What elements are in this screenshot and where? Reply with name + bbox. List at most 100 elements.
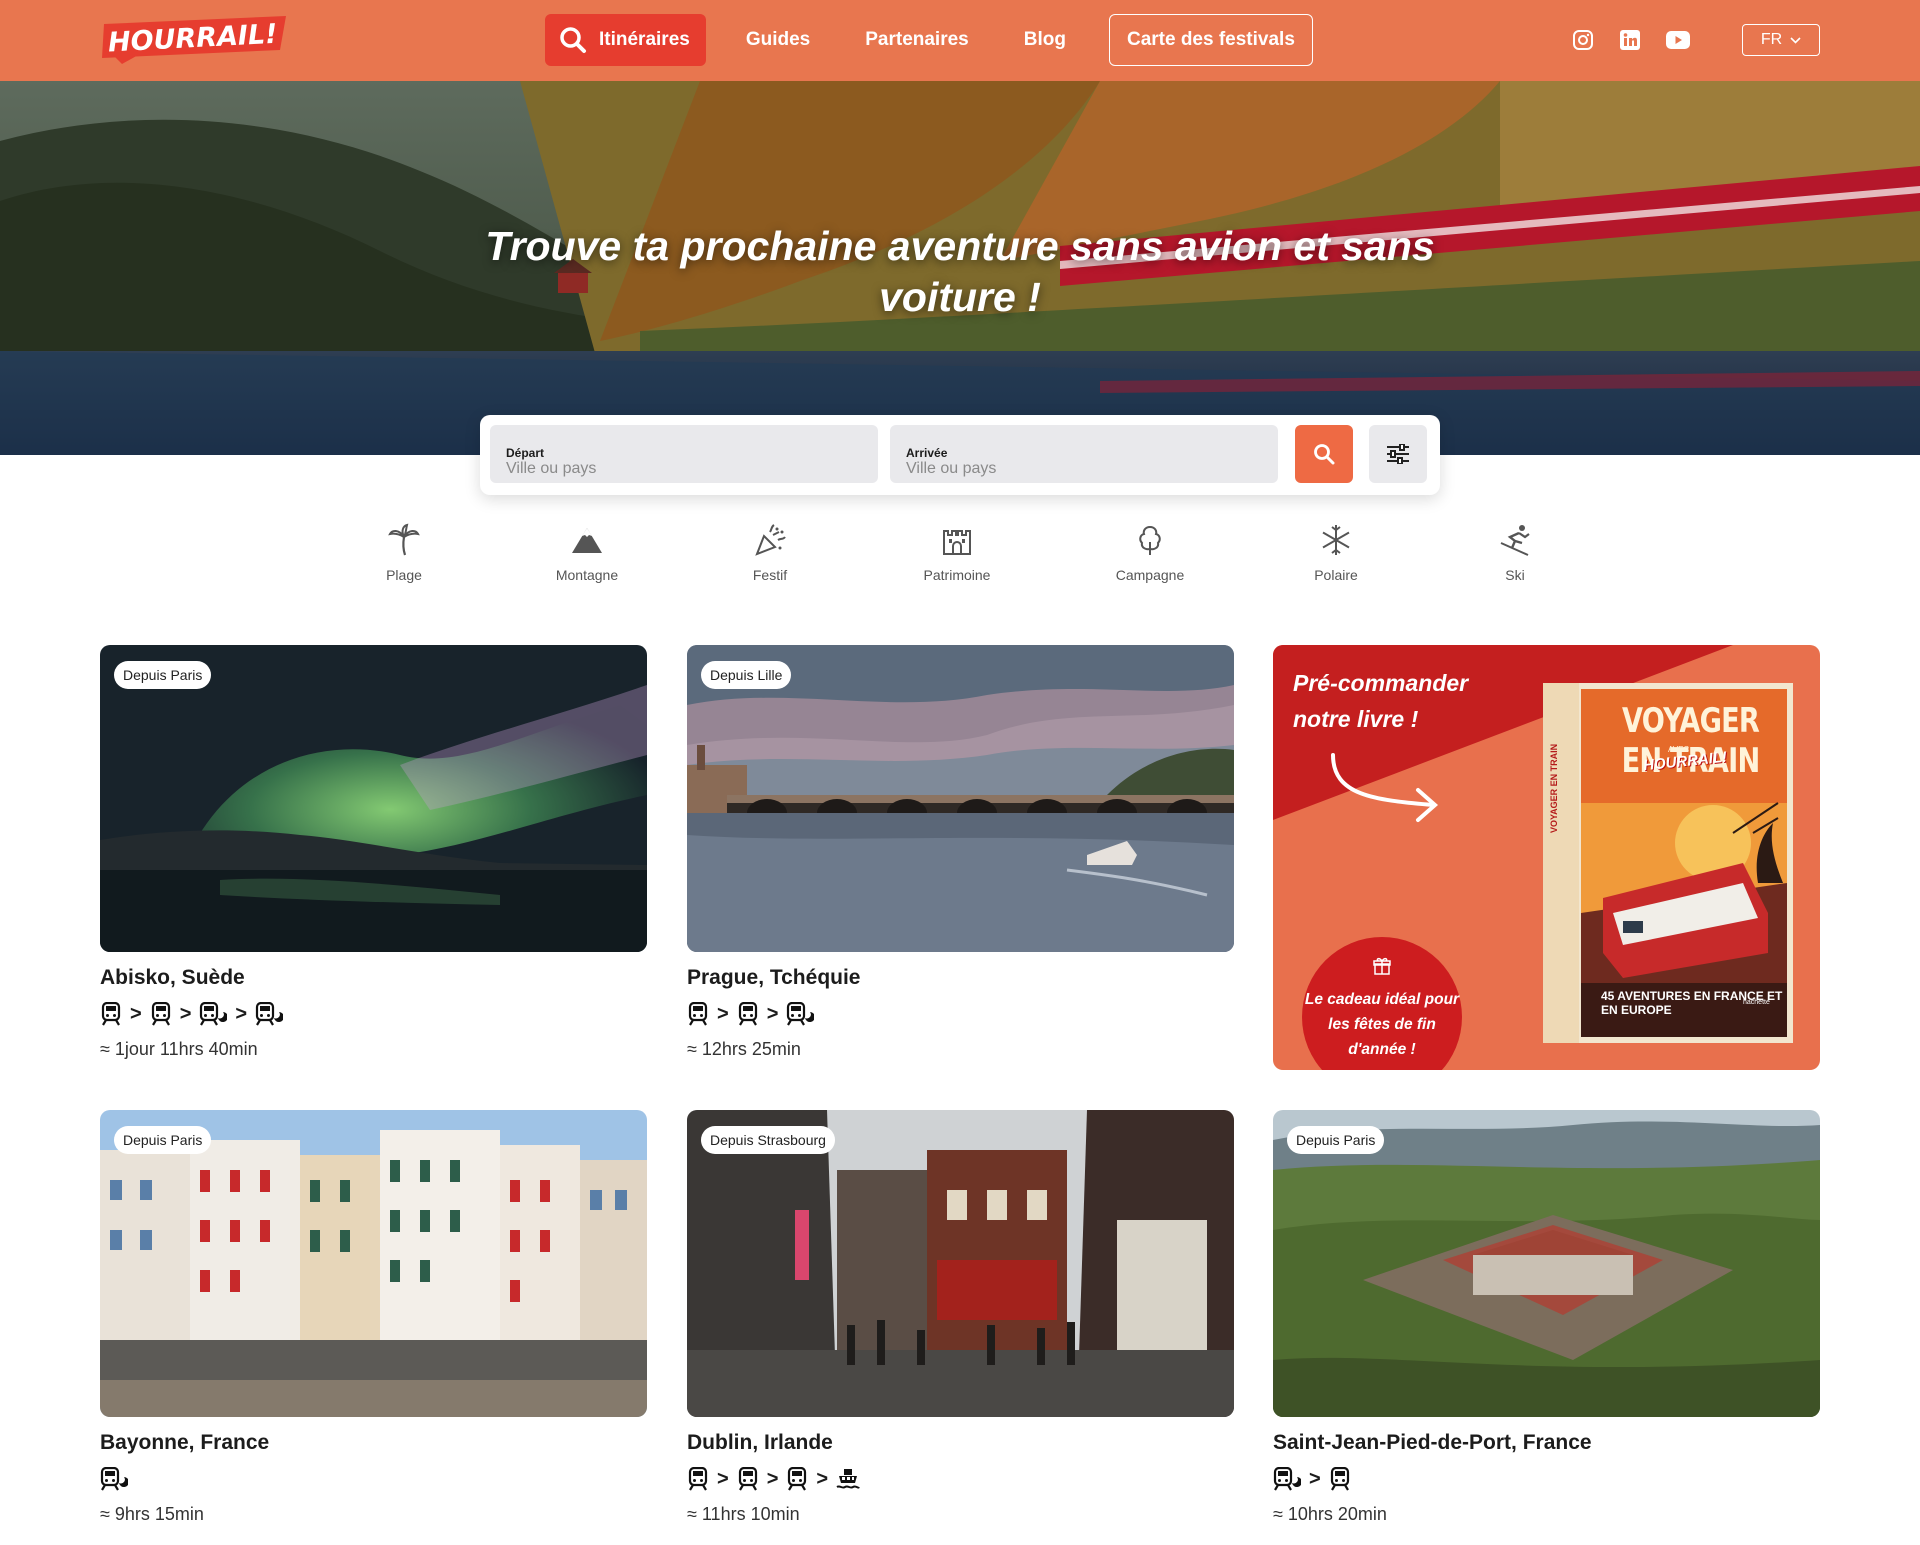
travel-duration: ≈ 11hrs 10min: [687, 1504, 800, 1524]
skier-icon: [1500, 525, 1530, 556]
train-icon: [688, 1467, 708, 1491]
hero-banner: Trouve ta prochaine aventure sans avion …: [0, 81, 1920, 455]
night-train-icon: [200, 1002, 228, 1026]
night-train-icon: [787, 1002, 815, 1026]
train-icon: [151, 1002, 170, 1026]
train-icon: [738, 1002, 757, 1026]
destination-image[interactable]: Depuis Paris: [100, 645, 647, 952]
destination-image[interactable]: Depuis Strasbourg: [687, 1110, 1234, 1417]
top-navbar: HOURRAIL! Itinéraires Guides Partenaires…: [0, 0, 1920, 81]
ferry-icon: [836, 1469, 860, 1489]
destination-title[interactable]: Dublin, Irlande: [687, 1431, 1234, 1455]
snowflake-icon: [1322, 525, 1350, 555]
category-label: Polaire: [1314, 567, 1358, 583]
travel-duration: ≈ 1jour 11hrs 40min: [100, 1039, 258, 1059]
hero-title: Trouve ta prochaine aventure sans avion …: [485, 223, 1435, 320]
departure-input[interactable]: [506, 460, 846, 478]
chevron-down-icon: [1790, 36, 1801, 44]
destination-title[interactable]: Abisko, Suède: [100, 966, 647, 990]
castle-icon: [943, 530, 971, 555]
route-separator: >: [1309, 1467, 1321, 1490]
book-publisher: hachette: [1743, 999, 1770, 1006]
category-label: Campagne: [1115, 567, 1185, 583]
nav-itineraires[interactable]: Itinéraires: [545, 14, 706, 66]
category-polaire[interactable]: Polaire: [1276, 523, 1396, 583]
destination-title[interactable]: Bayonne, France: [100, 1431, 647, 1455]
category-campagne[interactable]: Campagne: [1090, 523, 1210, 583]
category-label: Plage: [386, 567, 422, 583]
destination-image[interactable]: Depuis Paris: [1273, 1110, 1820, 1417]
category-label: Patrimoine: [923, 567, 991, 583]
travel-duration: ≈ 10hrs 20min: [1273, 1504, 1387, 1524]
nav-carte-festivals[interactable]: Carte des festivals: [1108, 14, 1313, 66]
route-icons: > >: [687, 1001, 1234, 1027]
train-icon: [688, 1002, 708, 1026]
search-icon: [1314, 444, 1335, 465]
origin-badge: Depuis Paris: [114, 1126, 212, 1154]
route-separator: >: [130, 1002, 142, 1025]
book-spine-title: VOYAGER EN TRAIN: [1549, 743, 1559, 833]
destination-title[interactable]: Prague, Tchéquie: [687, 966, 1234, 990]
nav-guides[interactable]: Guides: [726, 14, 830, 66]
train-icon: [101, 1002, 121, 1026]
origin-badge: Depuis Strasbourg: [701, 1126, 835, 1154]
destination-card-saint-jean-pied-de-port[interactable]: Depuis Paris Saint-Jean-Pied-de-Port, Fr…: [1273, 1110, 1820, 1525]
route-separator: >: [766, 1002, 779, 1025]
train-icon: [1330, 1467, 1349, 1491]
gift-text: Le cadeau idéal pour les fêtes de fin d'…: [1304, 991, 1460, 1058]
language-selector[interactable]: FR: [1742, 24, 1820, 56]
route-separator: >: [235, 1002, 248, 1025]
route-icons: > > >: [100, 1001, 647, 1027]
route-separator: >: [717, 1467, 729, 1490]
destination-image[interactable]: Depuis Lille: [687, 645, 1234, 952]
language-label: FR: [1760, 31, 1783, 48]
travel-duration: ≈ 12hrs 25min: [687, 1039, 801, 1059]
route-icons: >: [1273, 1466, 1820, 1492]
hourrail-logo[interactable]: HOURRAIL!: [100, 14, 290, 66]
category-patrimoine[interactable]: Patrimoine: [897, 523, 1017, 583]
night-train-icon: [1273, 1467, 1301, 1491]
promo-title: Pré-commander notre livre !: [1293, 670, 1469, 732]
night-train-icon: [100, 1467, 128, 1491]
destination-card-abisko[interactable]: Depuis Paris Abisko, Suède > > > ≈ 1jour…: [100, 645, 647, 1060]
category-festif[interactable]: Festif: [710, 523, 830, 583]
train-icon: [788, 1467, 807, 1491]
destination-card-prague[interactable]: Depuis Lille Prague, Tchéquie > > ≈ 12hr…: [687, 645, 1234, 1060]
category-plage[interactable]: Plage: [344, 523, 464, 583]
youtube-icon[interactable]: [1664, 26, 1692, 54]
mountain-icon: [572, 528, 602, 553]
arrival-field[interactable]: Arrivée: [890, 425, 1278, 483]
search-button[interactable]: [1295, 425, 1353, 483]
destination-title[interactable]: Saint-Jean-Pied-de-Port, France: [1273, 1431, 1820, 1455]
category-montagne[interactable]: Montagne: [527, 523, 647, 583]
filters-button[interactable]: [1369, 425, 1427, 483]
nav-partenaires[interactable]: Partenaires: [845, 14, 989, 66]
category-label: Ski: [1505, 567, 1525, 583]
instagram-icon[interactable]: [1569, 26, 1597, 54]
main-nav: Itinéraires Guides Partenaires Blog Cart…: [545, 14, 1328, 66]
route-icons: [100, 1466, 647, 1492]
destination-card-bayonne[interactable]: Depuis Paris Bayonne, France ≈ 9hrs 15mi…: [100, 1110, 647, 1525]
arrival-label: Arrivée: [906, 446, 948, 460]
night-train-icon: [255, 1002, 284, 1026]
destination-card-dublin[interactable]: Depuis Strasbourg Dublin, Irlande > > > …: [687, 1110, 1234, 1525]
book-preorder-promo[interactable]: Pré-commander notre livre ! VOYAGER EN T…: [1273, 645, 1820, 1070]
sliders-icon: [1387, 444, 1409, 464]
travel-duration: ≈ 9hrs 15min: [100, 1504, 204, 1524]
destination-image[interactable]: Depuis Paris: [100, 1110, 647, 1417]
route-separator: >: [816, 1467, 829, 1490]
arrival-input[interactable]: [906, 460, 1246, 478]
nav-blog[interactable]: Blog: [1004, 14, 1086, 66]
party-popper-icon: [755, 524, 786, 556]
linkedin-icon[interactable]: [1616, 26, 1644, 54]
tree-icon: [1139, 525, 1161, 555]
search-icon: [560, 27, 586, 53]
departure-field[interactable]: Départ: [490, 425, 878, 483]
category-label: Festif: [752, 567, 788, 583]
book-cover[interactable]: VOYAGER EN TRAIN AVEC HOURRAIL! 45 AVENT…: [1543, 683, 1793, 1043]
category-ski[interactable]: Ski: [1455, 523, 1575, 583]
route-separator: >: [717, 1002, 729, 1025]
gift-icon: [1373, 957, 1391, 975]
origin-badge: Depuis Paris: [1287, 1126, 1385, 1154]
route-icons: > > >: [687, 1466, 1234, 1492]
